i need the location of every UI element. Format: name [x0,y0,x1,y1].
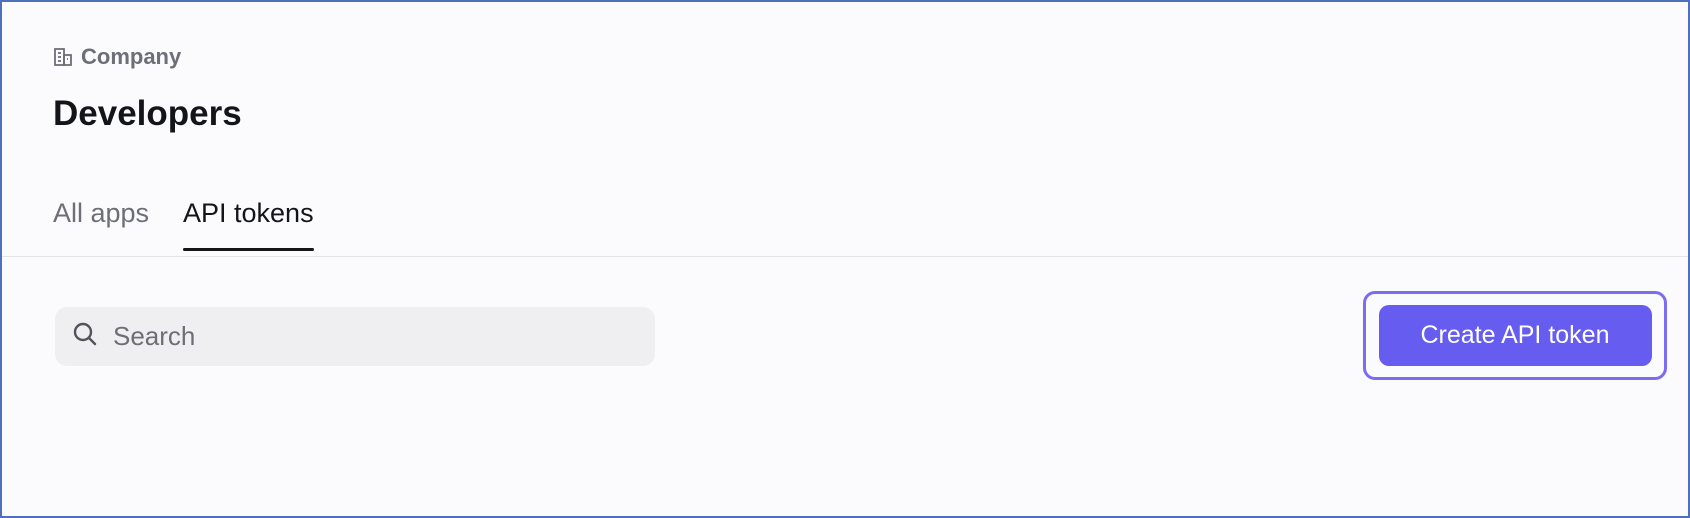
create-api-token-focus-ring: Create API token [1363,291,1667,380]
create-api-token-button[interactable]: Create API token [1378,305,1652,366]
search-box[interactable] [55,307,655,366]
breadcrumb-label: Company [81,44,182,69]
building-icon [53,47,73,67]
tab-bar: All apps API tokens [2,190,1688,257]
developers-page: Company Developers All apps API tokens C… [0,0,1690,518]
breadcrumb[interactable]: Company [53,44,181,70]
tab-api-tokens[interactable]: API tokens [183,198,314,251]
search-icon [72,321,98,352]
tab-all-apps[interactable]: All apps [53,198,149,250]
page-title: Developers [53,94,242,133]
search-input[interactable] [113,321,613,352]
